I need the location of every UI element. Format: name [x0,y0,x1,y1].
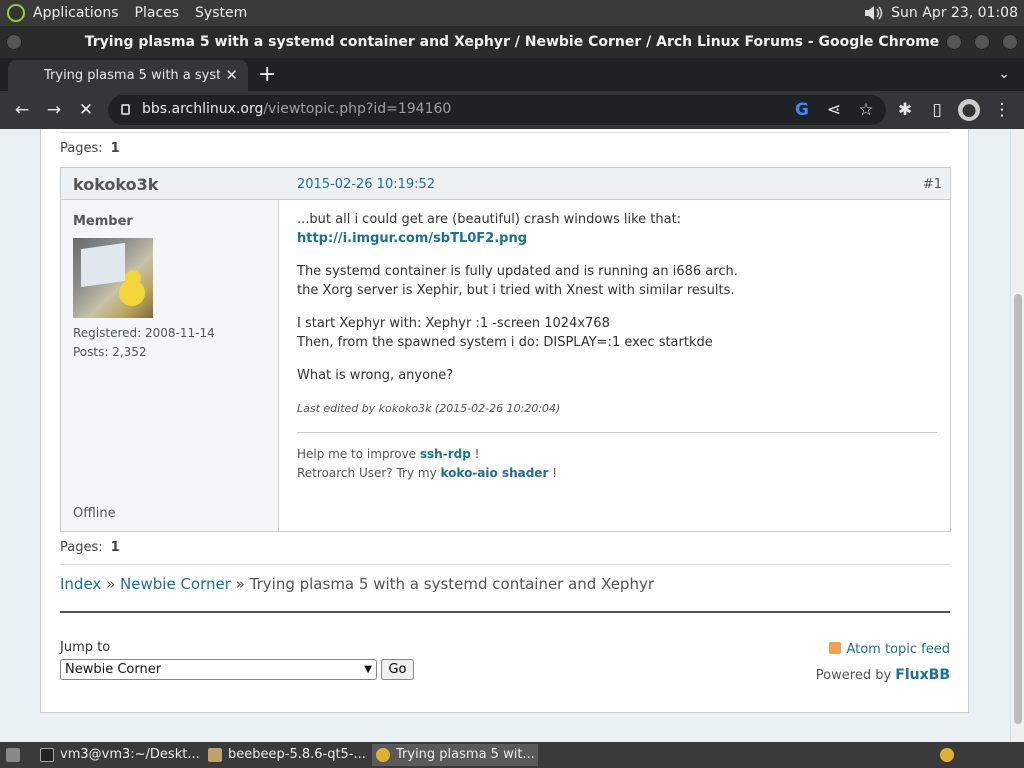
post-text: I start Xephyr with: Xephyr :1 -screen 1… [297,316,610,331]
stop-loading-icon[interactable]: ✕ [75,99,97,121]
post-text: the Xorg server is Xephir, but i tried w… [297,283,735,298]
scrollbar-thumb[interactable] [1014,294,1022,724]
author-registered: Registered: 2008-11-14 [73,326,215,340]
signature-line-1: Help me to improve ssh-rdp ! [297,447,480,461]
url-text[interactable]: bbs.archlinux.org/viewtopic.php?id=19416… [142,101,451,117]
folder-icon [208,748,222,762]
page-viewport: Pages: 1 kokoko3k 2015-02-26 10:19:52 #1 … [0,129,1024,742]
panel-tray: Sun Apr 23, 01:08 [863,0,1018,26]
post-text: Then, from the spawned system i do: DISP… [297,335,713,350]
tab-close-icon[interactable]: ✕ [225,66,238,84]
post-body: ...but all i could get are (beautiful) c… [297,200,937,530]
bottom-panel: vm3@vm3:~/Deskt... beebeep-5.8.6-qt5-...… [0,742,1024,768]
avatar [73,238,153,318]
top-panel: Applications Places System Sun Apr 23, 0… [0,0,1024,26]
post-header: kokoko3k 2015-02-26 10:19:52 #1 [61,168,950,200]
breadcrumb-forum[interactable]: Newbie Corner [120,575,231,593]
google-lens-icon[interactable]: G [791,99,813,121]
post-image-link[interactable]: http://i.imgur.com/sbTL0F2.png [297,231,527,246]
taskbar-item-terminal[interactable]: vm3@vm3:~/Deskt... [36,744,202,766]
browser-toolbar: ← → ✕ bbs.archlinux.org/viewtopic.php?id… [0,91,1024,129]
menu-system[interactable]: System [187,0,255,26]
bookmark-star-icon[interactable]: ☆ [855,99,877,121]
chevron-down-icon: ▼ [364,664,372,675]
minimize-button[interactable] [946,34,962,50]
kebab-menu-icon[interactable]: ⋮ [991,99,1013,121]
post-edited-note: Last edited by kokoko3k (2015-02-26 10:2… [297,402,561,415]
taskbar-item-chrome[interactable]: Trying plasma 5 wit... [372,744,538,766]
sig-link-ssh-rdp[interactable]: ssh-rdp [420,447,471,461]
rss-feed-icon [829,642,842,654]
window-title: Trying plasma 5 with a systemd container… [84,34,940,50]
go-button[interactable]: Go [381,659,414,680]
breadcrumb-topic: Trying plasma 5 with a systemd container… [249,575,655,593]
post-text: The systemd container is fully updated a… [297,264,738,279]
pagination-bottom: Pages: 1 [60,540,120,555]
sig-link-koko-aio[interactable]: koko-aio shader [441,466,549,480]
back-arrow-icon[interactable]: ← [11,99,33,121]
side-panel-icon[interactable]: ▯ [926,99,948,121]
post-text: ...but all i could get are (beautiful) c… [297,212,682,227]
signature-divider [297,432,937,433]
powered-by: Powered by FluxBB [815,667,950,683]
page-scrollbar[interactable] [1010,129,1024,742]
post-text: What is wrong, anyone? [297,368,454,383]
jump-to-select[interactable]: Newbie Corner ▼ [60,659,377,680]
window-titlebar[interactable]: Trying plasma 5 with a systemd container… [0,26,1024,58]
menu-places[interactable]: Places [127,0,188,26]
distro-logo-icon[interactable] [7,4,25,22]
clock[interactable]: Sun Apr 23, 01:08 [891,5,1018,21]
new-tab-button[interactable]: + [258,62,276,87]
pagination-top: Pages: 1 [60,141,120,156]
window-menu-button[interactable] [6,34,22,50]
author-role: Member [73,214,133,229]
breadcrumb-index[interactable]: Index [60,575,101,593]
tab-strip: Trying plasma 5 with a systemd container… [0,58,1024,91]
forum-content: Pages: 1 kokoko3k 2015-02-26 10:19:52 #1 … [40,129,969,713]
tab-title: Trying plasma 5 with a systemd container… [44,68,220,83]
tab-active[interactable]: Trying plasma 5 with a systemd container… [8,60,248,91]
post-number: #1 [922,177,942,192]
signature-line-2: Retroarch User? Try my koko-aio shader ! [297,466,558,480]
page-link-current: 1 [110,540,120,555]
lock-icon[interactable] [121,104,130,115]
show-desktop-button[interactable] [2,744,30,766]
divider [60,564,950,565]
taskbar-item-files[interactable]: beebeep-5.8.6-qt5-... [204,744,370,766]
share-icon[interactable]: ⋖ [823,99,845,121]
profile-avatar-icon[interactable]: ● [958,99,980,121]
fluxbb-link[interactable]: FluxBB [895,667,950,683]
extensions-puzzle-icon[interactable]: ✱ [894,99,916,121]
author-post-count: Posts: 2,352 [73,345,147,359]
tray-chrome-icon[interactable] [936,744,960,766]
forward-arrow-icon[interactable]: → [43,99,65,121]
jump-to-label: Jump to [60,640,111,655]
page-link-current: 1 [110,141,120,156]
footer-divider [60,611,950,613]
post-date-link[interactable]: 2015-02-26 10:19:52 [297,177,435,192]
forum-post: kokoko3k 2015-02-26 10:19:52 #1 Member R… [60,167,951,532]
tab-search-chevron-icon[interactable]: ⌄ [998,66,1010,82]
breadcrumb: Index » Newbie Corner » Trying plasma 5 … [60,575,655,593]
maximize-button[interactable] [974,34,990,50]
post-author-info: Member Registered: 2008-11-14 Posts: 2,3… [61,200,279,531]
address-bar[interactable]: bbs.archlinux.org/viewtopic.php?id=19416… [108,95,886,125]
author-status: Offline [73,506,116,521]
menu-applications[interactable]: Applications [25,0,127,26]
post-author[interactable]: kokoko3k [73,175,158,194]
atom-feed-link[interactable]: Atom topic feed [829,642,950,657]
top-divider [60,132,950,133]
terminal-icon [40,748,54,762]
chrome-icon [376,748,390,762]
volume-icon[interactable] [863,4,885,22]
close-window-button[interactable] [1002,34,1018,50]
